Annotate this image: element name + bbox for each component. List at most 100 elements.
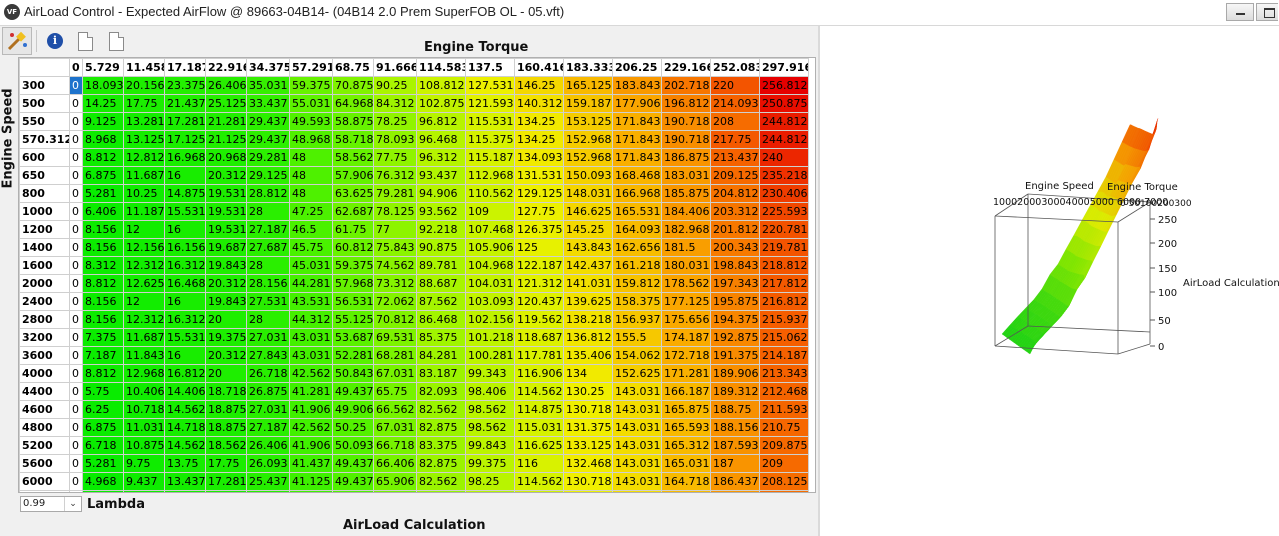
table-cell[interactable]: 84.312 [373, 94, 417, 113]
table-cell[interactable]: 166.187 [661, 382, 711, 401]
table-cell[interactable]: 164.437 [661, 490, 711, 492]
table-cell[interactable]: 165.593 [661, 418, 711, 437]
minimize-button[interactable] [1226, 3, 1254, 21]
table-cell[interactable]: 0 [69, 418, 83, 437]
table-cell[interactable]: 27.187 [246, 418, 290, 437]
column-header[interactable]: 137.5 [465, 58, 515, 77]
table-cell[interactable]: 42.562 [289, 364, 333, 383]
table-cell[interactable]: 14.406 [164, 382, 206, 401]
column-header[interactable]: 183.333 [563, 58, 613, 77]
table-cell[interactable]: 0 [69, 76, 83, 95]
table-cell[interactable]: 187 [710, 454, 760, 473]
row-header[interactable]: 2800 [19, 310, 70, 329]
table-cell[interactable]: 159.812 [612, 274, 662, 293]
table-cell[interactable]: 10.406 [123, 382, 165, 401]
table-cell[interactable]: 78.25 [373, 112, 417, 131]
table-cell[interactable]: 214.187 [759, 346, 809, 365]
table-cell[interactable]: 17.125 [164, 130, 206, 149]
table-cell[interactable]: 0 [69, 490, 83, 492]
table-cell[interactable]: 114.562 [514, 382, 564, 401]
table-cell[interactable]: 20.312 [205, 346, 247, 365]
table-cell[interactable]: 14.875 [164, 184, 206, 203]
table-cell[interactable]: 50.093 [332, 436, 374, 455]
table-cell[interactable]: 96.812 [416, 112, 466, 131]
table-cell[interactable]: 196.812 [661, 94, 711, 113]
table-cell[interactable]: 177.125 [661, 292, 711, 311]
table-cell[interactable]: 143.031 [612, 472, 662, 491]
table-cell[interactable]: 0 [69, 148, 83, 167]
table-cell[interactable]: 80 [416, 490, 466, 492]
table-cell[interactable]: 102.875 [416, 94, 466, 113]
table-cell[interactable]: 27.843 [246, 346, 290, 365]
table-cell[interactable]: 152.968 [563, 130, 613, 149]
table-cell[interactable]: 94.906 [416, 184, 466, 203]
table-cell[interactable]: 19.843 [205, 256, 247, 275]
table-cell[interactable]: 87.562 [416, 292, 466, 311]
table-cell[interactable]: 19.531 [205, 220, 247, 239]
surface-plot[interactable]: Engine Speed Engine Torque100020003000400… [820, 26, 1279, 536]
table-cell[interactable]: 62.687 [332, 202, 374, 221]
table-cell[interactable]: 186.875 [661, 148, 711, 167]
table-cell[interactable]: 112.968 [465, 166, 515, 185]
table-cell[interactable]: 183.031 [661, 166, 711, 185]
table-cell[interactable]: 134 [563, 364, 613, 383]
table-cell[interactable]: 16 [164, 220, 206, 239]
table-cell[interactable]: 73.312 [373, 274, 417, 293]
table-cell[interactable]: 189.312 [710, 382, 760, 401]
table-cell[interactable]: 98.562 [465, 400, 515, 419]
table-cell[interactable]: 86.468 [416, 310, 466, 329]
table-cell[interactable]: 159.187 [563, 94, 613, 113]
table-cell[interactable]: 115.187 [465, 148, 515, 167]
column-header[interactable]: 252.083 [710, 58, 760, 77]
table-cell[interactable]: 12 [123, 220, 165, 239]
table-cell[interactable]: 215.062 [759, 328, 809, 347]
row-header[interactable]: 650 [19, 166, 70, 185]
table-cell[interactable]: 110.562 [465, 184, 515, 203]
table-cell[interactable]: 47.25 [289, 202, 333, 221]
table-cell[interactable]: 57.968 [332, 274, 374, 293]
table-cell[interactable]: 17.75 [123, 94, 165, 113]
table-cell[interactable]: 107.468 [465, 220, 515, 239]
table-cell[interactable]: 125 [514, 238, 564, 257]
table-cell[interactable]: 116.625 [514, 436, 564, 455]
table-cell[interactable]: 117.781 [514, 346, 564, 365]
table-cell[interactable]: 46.5 [289, 220, 333, 239]
table-cell[interactable]: 180.031 [661, 256, 711, 275]
table-cell[interactable]: 13.281 [123, 112, 165, 131]
table-cell[interactable]: 220.781 [759, 220, 809, 239]
table-cell[interactable]: 41.906 [289, 400, 333, 419]
table-cell[interactable]: 49.437 [332, 472, 374, 491]
table-cell[interactable]: 16.312 [164, 256, 206, 275]
table-cell[interactable]: 131.375 [563, 418, 613, 437]
row-header[interactable]: 2000 [19, 274, 70, 293]
table-cell[interactable]: 90.875 [416, 238, 466, 257]
table-cell[interactable]: 13.125 [123, 130, 165, 149]
table-cell[interactable]: 45.75 [289, 238, 333, 257]
table-cell[interactable]: 8.812 [82, 274, 124, 293]
table-cell[interactable]: 0 [69, 130, 83, 149]
column-header[interactable]: 57.291 [289, 58, 333, 77]
table-cell[interactable]: 17.281 [205, 472, 247, 491]
table-cell[interactable]: 143.031 [612, 490, 662, 492]
row-header[interactable]: 800 [19, 184, 70, 203]
table-cell[interactable]: 25.437 [246, 490, 290, 492]
table-cell[interactable]: 171.281 [661, 364, 711, 383]
table-cell[interactable]: 52.281 [332, 346, 374, 365]
table-cell[interactable]: 0 [69, 94, 83, 113]
chevron-down-icon[interactable]: ⌄ [64, 497, 81, 511]
table-cell[interactable]: 6.875 [82, 166, 124, 185]
table-cell[interactable]: 61.75 [332, 220, 374, 239]
table-cell[interactable]: 26.718 [246, 364, 290, 383]
table-cell[interactable]: 188.156 [710, 418, 760, 437]
table-cell[interactable]: 116.906 [514, 364, 564, 383]
table-cell[interactable]: 65.75 [373, 382, 417, 401]
table-cell[interactable]: 14.718 [164, 418, 206, 437]
table-cell[interactable]: 194.375 [710, 310, 760, 329]
table-cell[interactable]: 26.406 [246, 436, 290, 455]
row-header[interactable]: 5200 [19, 436, 70, 455]
table-cell[interactable]: 18.875 [205, 418, 247, 437]
table-cell[interactable]: 13.75 [164, 454, 206, 473]
table-cell[interactable]: 189.906 [710, 364, 760, 383]
row-header[interactable]: 4400 [19, 382, 70, 401]
table-cell[interactable]: 49.437 [332, 454, 374, 473]
